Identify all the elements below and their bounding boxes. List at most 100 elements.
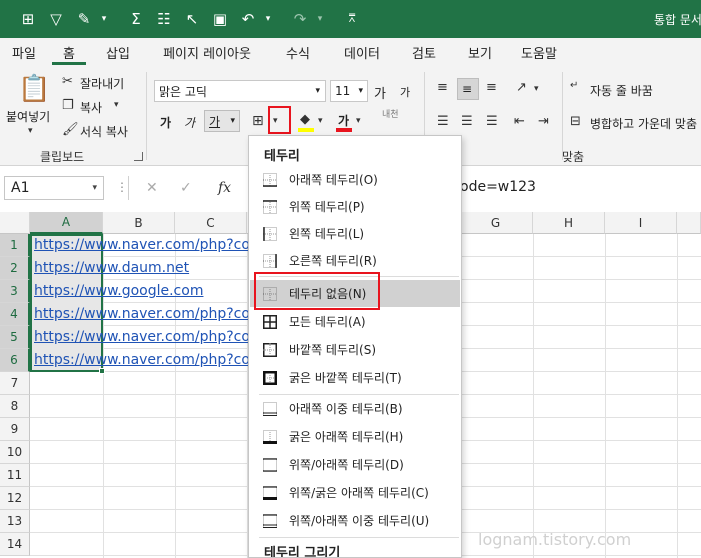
tab-review[interactable]: 검토	[396, 38, 452, 66]
filter-icon[interactable]: ▽	[42, 0, 70, 38]
chevron-down-icon[interactable]: ▾	[534, 84, 539, 94]
row-header-2[interactable]: 2	[0, 257, 30, 280]
align-top-icon[interactable]: ≡	[437, 80, 448, 95]
align-right-icon[interactable]: ☰	[486, 114, 498, 129]
menu-item-top-bottom-border[interactable]: 위쪽/아래쪽 테두리(D)	[250, 451, 460, 478]
cell-a4-link[interactable]: https://www.naver.com/php?cod	[34, 306, 259, 322]
column-header-h[interactable]: H	[533, 212, 605, 234]
phonetic-button[interactable]: 내천	[382, 110, 399, 120]
tab-insert[interactable]: 삽입	[90, 38, 146, 66]
wrap-text-icon[interactable]: ↵	[570, 80, 578, 91]
fill-handle[interactable]	[99, 368, 105, 374]
menu-item-all-borders[interactable]: 모든 테두리(A)	[250, 308, 460, 335]
name-box[interactable]: A1 ▾	[4, 176, 104, 200]
column-header-i[interactable]: I	[605, 212, 677, 234]
chevron-down-icon[interactable]: ▾	[318, 116, 323, 126]
tab-formulas[interactable]: 수식	[268, 38, 328, 66]
row-header-7[interactable]: 7	[0, 372, 30, 395]
dialog-launcher-icon[interactable]	[134, 152, 143, 161]
row-header-13[interactable]: 13	[0, 510, 30, 533]
row-header-3[interactable]: 3	[0, 280, 30, 303]
menu-item-right-border[interactable]: 오른쪽 테두리(R)	[250, 247, 460, 274]
row-header-10[interactable]: 10	[0, 441, 30, 464]
row-header-4[interactable]: 4	[0, 303, 30, 326]
menu-item-thick-outside-borders[interactable]: 굵은 바깥쪽 테두리(T)	[250, 364, 460, 391]
menu-item-bottom-border[interactable]: 아래쪽 테두리(O)	[250, 166, 460, 193]
copy-icon[interactable]: ❐	[62, 98, 74, 113]
format-painter-icon[interactable]: 🖌	[62, 122, 79, 137]
paste-icon[interactable]: 📋	[18, 74, 50, 104]
row-header-5[interactable]: 5	[0, 326, 30, 349]
border-icon[interactable]: ⊞	[252, 113, 264, 129]
tab-home[interactable]: 홈	[48, 38, 90, 66]
menu-item-outside-borders[interactable]: 바깥쪽 테두리(S)	[250, 336, 460, 363]
tab-data[interactable]: 데이터	[328, 38, 396, 66]
align-left-icon[interactable]: ☰	[437, 114, 449, 129]
row-header-1[interactable]: 1	[0, 234, 30, 257]
row-header-6[interactable]: 6	[0, 349, 30, 372]
align-center-icon[interactable]: ☰	[461, 114, 473, 129]
customize-icon[interactable]: ⩞	[338, 0, 366, 38]
copy-button[interactable]: 복사	[80, 99, 102, 116]
column-header-a[interactable]: A	[30, 212, 103, 234]
cut-button[interactable]: 잘라내기	[80, 75, 124, 92]
flash-fill-icon[interactable]: ☷	[150, 0, 178, 38]
tab-view[interactable]: 보기	[452, 38, 508, 66]
menu-item-top-thick-bottom-border[interactable]: 위쪽/굵은 아래쪽 테두리(C)	[250, 479, 460, 506]
column-header-b[interactable]: B	[103, 212, 175, 234]
chevron-down-icon[interactable]: ▾	[90, 0, 118, 38]
menu-item-top-border[interactable]: 위쪽 테두리(P)	[250, 193, 460, 220]
decrease-indent-icon[interactable]: ⇤	[514, 114, 525, 129]
merge-center-icon[interactable]: ⊟	[570, 114, 581, 129]
chevron-down-icon[interactable]: ▾	[356, 116, 361, 126]
increase-indent-icon[interactable]: ⇥	[538, 114, 549, 129]
grow-font-button[interactable]: 가	[374, 83, 386, 102]
font-color-button[interactable]: 가	[338, 112, 349, 129]
tab-help[interactable]: 도움말	[508, 38, 570, 66]
cell-a1-link[interactable]: https://www.naver.com/php?cod	[34, 237, 259, 253]
row-header-9[interactable]: 9	[0, 418, 30, 441]
more-icon[interactable]: ⋮	[116, 180, 128, 194]
row-header-14[interactable]: 14	[0, 533, 30, 556]
align-bottom-icon[interactable]: ≡	[486, 80, 497, 95]
cell-a2-link[interactable]: https://www.daum.net	[34, 260, 189, 276]
underline-button[interactable]: 가 ▾	[204, 110, 240, 132]
align-middle-button[interactable]: ≡	[457, 78, 479, 100]
sum-icon[interactable]: Σ	[122, 0, 150, 38]
column-header-j[interactable]	[677, 212, 701, 234]
cell-a3-link[interactable]: https://www.google.com	[34, 283, 203, 299]
menu-item-bottom-double-border[interactable]: 아래쪽 이중 테두리(B)	[250, 395, 460, 422]
column-header-c[interactable]: C	[175, 212, 247, 234]
wrap-text-button[interactable]: 자동 줄 바꿈	[590, 82, 653, 99]
menu-item-thick-bottom-border[interactable]: 굵은 아래쪽 테두리(H)	[250, 423, 460, 450]
format-painter-button[interactable]: 서식 복사	[80, 123, 128, 140]
column-header-g[interactable]: G	[459, 212, 533, 234]
select-pointer-icon[interactable]: ↖	[178, 0, 206, 38]
tab-file[interactable]: 파일	[0, 38, 48, 66]
menu-item-top-double-bottom-border[interactable]: 위쪽/아래쪽 이중 테두리(U)	[250, 507, 460, 534]
select-all-corner[interactable]	[0, 212, 30, 234]
cut-icon[interactable]: ✂	[62, 74, 73, 89]
row-header-8[interactable]: 8	[0, 395, 30, 418]
italic-button[interactable]: 가	[184, 114, 195, 131]
insert-function-button[interactable]: fx	[218, 180, 231, 196]
formula-input[interactable]: ode=w123	[460, 179, 536, 195]
font-name-select[interactable]: 맑은 고딕 ▾	[154, 80, 326, 102]
row-header-12[interactable]: 12	[0, 487, 30, 510]
shrink-font-button[interactable]: 가	[400, 84, 410, 100]
menu-item-left-border[interactable]: 왼쪽 테두리(L)	[250, 220, 460, 247]
fill-color-icon[interactable]: ◆	[300, 112, 310, 127]
cell-a6-link[interactable]: https://www.naver.com/php?cod	[34, 352, 259, 368]
save-icon[interactable]: ▣	[206, 0, 234, 38]
chevron-down-icon[interactable]: ▾	[114, 100, 119, 110]
chevron-down-icon[interactable]: ▾	[254, 0, 282, 38]
chevron-down-icon[interactable]: ▾	[28, 126, 33, 136]
cell-a5-link[interactable]: https://www.naver.com/php?cod	[34, 329, 259, 345]
tab-page-layout[interactable]: 페이지 레이아웃	[146, 38, 268, 66]
row-header-11[interactable]: 11	[0, 464, 30, 487]
paste-button[interactable]: 붙여넣기	[6, 108, 50, 125]
bold-button[interactable]: 가	[160, 114, 171, 131]
orientation-icon[interactable]: ↗	[516, 80, 527, 95]
font-size-select[interactable]: 11 ▾	[330, 80, 368, 102]
merge-center-button[interactable]: 병합하고 가운데 맞춤	[590, 115, 697, 132]
